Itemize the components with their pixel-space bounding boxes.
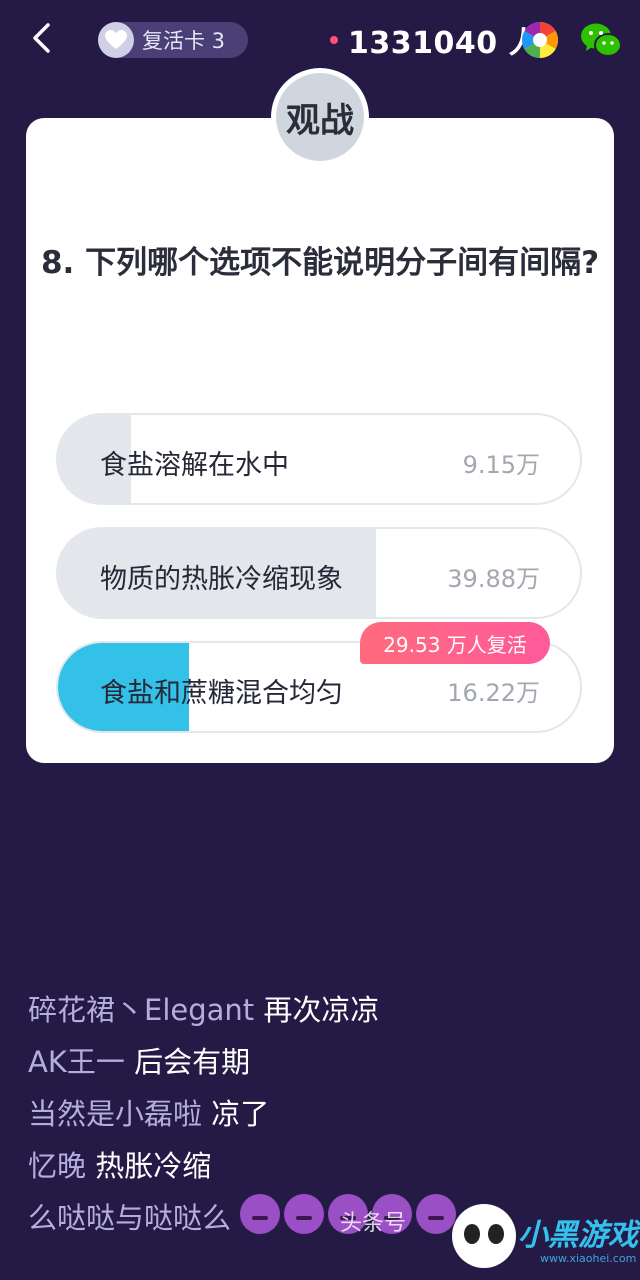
heart-icon bbox=[98, 22, 134, 58]
spectator-badge: 观战 bbox=[276, 73, 364, 161]
site-logo: 小黑游戏 www.xiaohei.com bbox=[448, 1200, 638, 1278]
option-1-count: 9.15万 bbox=[462, 451, 540, 479]
revive-count-tag: 29.53 万人复活 bbox=[360, 622, 550, 664]
answer-option-2[interactable]: 物质的热胀冷缩现象 39.88万 bbox=[56, 527, 582, 619]
badge-wrap: 观战 bbox=[271, 68, 369, 166]
watermark-text: 头条号 bbox=[340, 1211, 407, 1236]
comment-msg: 凉了 bbox=[211, 1097, 270, 1131]
live-dot bbox=[330, 36, 338, 44]
back-arrow-icon bbox=[33, 23, 50, 53]
option-2-count: 39.88万 bbox=[447, 565, 540, 593]
option-3-count: 16.22万 bbox=[447, 679, 540, 707]
wechat-icon[interactable] bbox=[580, 20, 622, 60]
option-1-label: 食盐溶解在水中 bbox=[100, 450, 289, 481]
panda-icon bbox=[452, 1204, 516, 1268]
comment-user: AK王一 bbox=[28, 1045, 125, 1079]
devil-emoji-icon bbox=[240, 1194, 281, 1234]
comment-msg: 热胀冷缩 bbox=[95, 1149, 212, 1183]
logo-title: 小黑游戏 bbox=[518, 1218, 638, 1253]
comment-msg: 后会有期 bbox=[134, 1045, 251, 1079]
camera-aperture-icon[interactable] bbox=[520, 20, 560, 60]
comment-item: 忆晚 热胀冷缩 bbox=[28, 1140, 628, 1192]
comment-user: 忆晚 bbox=[28, 1149, 87, 1183]
revive-card-pill[interactable]: 复活卡 3 bbox=[98, 22, 248, 58]
comment-user: 碎花裙丶Elegant bbox=[28, 993, 255, 1027]
option-3-label: 食盐和蔗糖混合均匀 bbox=[100, 678, 343, 709]
comment-item: AK王一 后会有期 bbox=[28, 1036, 628, 1088]
logo-url: www.xiaohei.com bbox=[540, 1252, 637, 1265]
revive-card-label: 复活卡 3 bbox=[142, 29, 226, 53]
question-text: 8. 下列哪个选项不能说明分子间有间隔? bbox=[40, 245, 600, 281]
devil-emoji-icon bbox=[284, 1194, 325, 1234]
comment-user: 当然是小磊啦 bbox=[28, 1097, 203, 1131]
comment-msg: 再次凉凉 bbox=[263, 993, 380, 1027]
comment-user: 么哒哒与哒哒么 bbox=[28, 1201, 232, 1235]
online-count: 1331040 人 bbox=[348, 26, 540, 61]
comment-item: 当然是小磊啦 凉了 bbox=[28, 1088, 628, 1140]
back-button[interactable] bbox=[22, 18, 62, 58]
option-2-label: 物质的热胀冷缩现象 bbox=[100, 564, 343, 595]
comment-item: 碎花裙丶Elegant 再次凉凉 bbox=[28, 984, 628, 1036]
answer-option-1[interactable]: 食盐溶解在水中 9.15万 bbox=[56, 413, 582, 505]
